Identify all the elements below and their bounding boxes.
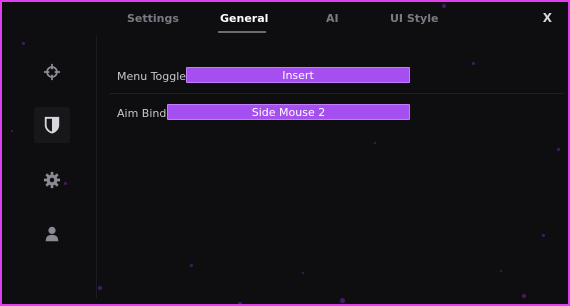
app-window: Settings General AI UI Style X Menu Togg… xyxy=(0,0,570,306)
background-particle xyxy=(442,4,446,8)
background-particle xyxy=(190,264,193,267)
background-particle xyxy=(472,62,475,65)
sidebar-divider xyxy=(96,36,97,298)
close-button[interactable]: X xyxy=(543,11,552,25)
background-particle xyxy=(522,294,526,298)
tab-ai[interactable]: AI xyxy=(326,12,339,25)
background-particle xyxy=(22,42,25,45)
background-particle xyxy=(374,142,376,144)
active-tab-indicator xyxy=(218,31,266,33)
background-particle xyxy=(11,130,13,132)
sidebar-item-settings[interactable] xyxy=(34,162,70,198)
menu-toggle-keybind-button[interactable]: Insert xyxy=(186,67,410,83)
sidebar-item-profile[interactable] xyxy=(34,216,70,252)
menu-toggle-label: Menu Toggle xyxy=(117,70,187,83)
background-particle xyxy=(542,234,545,237)
background-particle xyxy=(238,302,242,304)
background-particle xyxy=(340,298,345,303)
background-particle xyxy=(557,148,560,151)
sidebar-item-crosshair[interactable] xyxy=(34,54,70,90)
background-particle xyxy=(500,270,502,272)
gear-icon xyxy=(43,171,61,189)
crosshair-icon xyxy=(43,63,61,81)
tab-settings[interactable]: Settings xyxy=(127,12,179,25)
aim-bind-keybind-button[interactable]: Side Mouse 2 xyxy=(167,104,410,120)
user-icon xyxy=(45,226,59,242)
sidebar-item-shield[interactable] xyxy=(34,107,70,143)
tab-ui-style[interactable]: UI Style xyxy=(390,12,438,25)
row-divider xyxy=(110,93,564,94)
aim-bind-label: Aim Bind xyxy=(117,107,167,120)
tab-general[interactable]: General xyxy=(220,12,268,25)
background-particle xyxy=(98,286,102,290)
shield-icon xyxy=(44,116,60,134)
background-particle xyxy=(302,272,304,274)
